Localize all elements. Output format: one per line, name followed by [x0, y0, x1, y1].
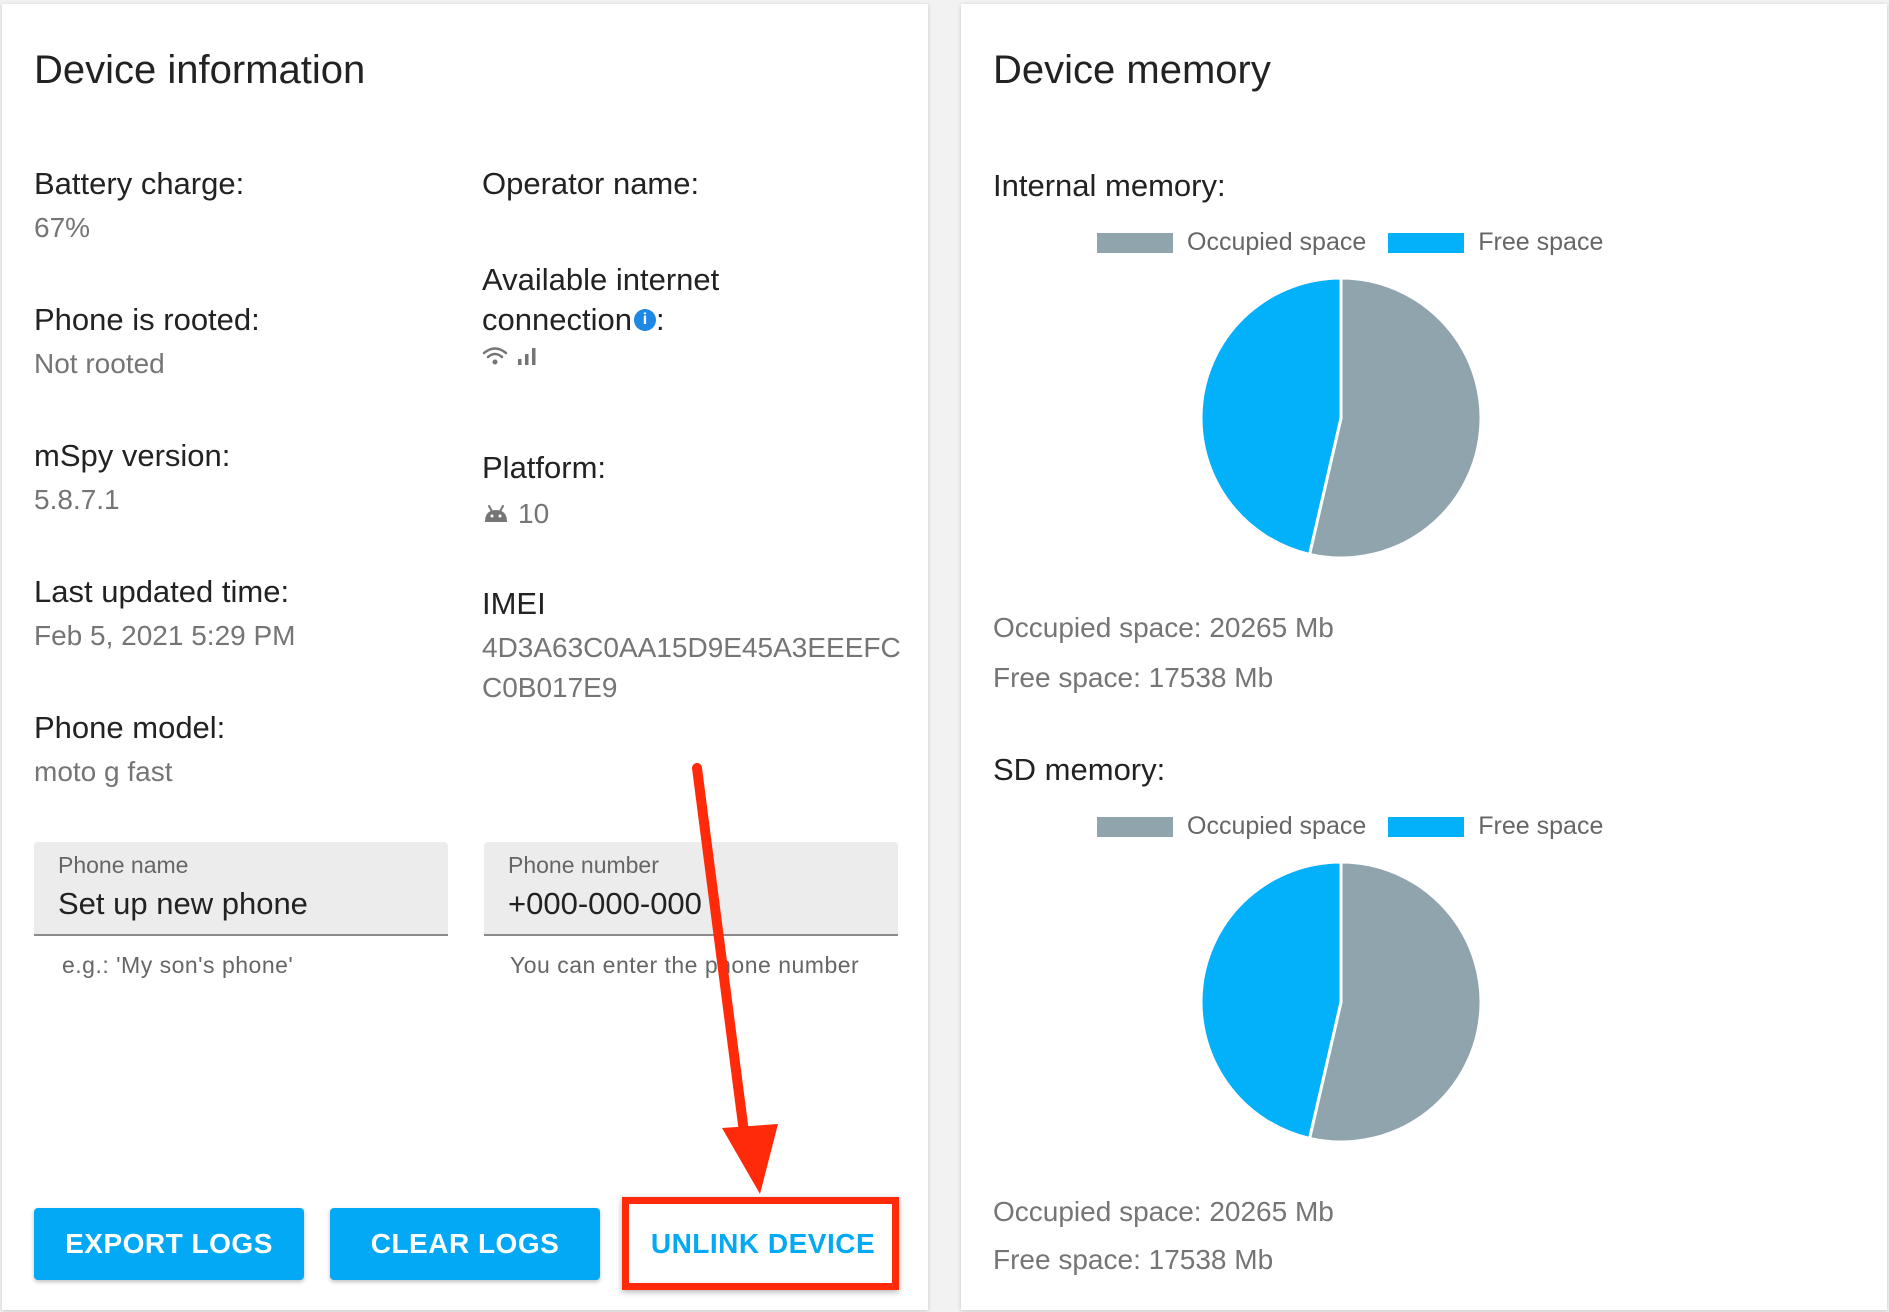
- legend-occupied-label: Occupied space: [1187, 228, 1367, 256]
- internal-free-text: Free space: 17538 Mb: [993, 662, 1274, 693]
- legend-free-label: Free space: [1478, 812, 1604, 840]
- legend-occupied-swatch: [1097, 232, 1173, 253]
- pie-slice-free-space: [1199, 276, 1343, 557]
- legend-free: Free space: [1388, 812, 1603, 841]
- internal-memory-pie-chart: [1199, 276, 1483, 560]
- legend-occupied: Occupied space: [1097, 812, 1366, 841]
- legend-free-swatch: [1388, 816, 1465, 837]
- sd-free-text: Free space: 17538 Mb: [993, 1244, 1274, 1275]
- legend-free-swatch: [1388, 232, 1465, 253]
- sd-occupied-text: Occupied space: 20265 Mb: [993, 1196, 1334, 1227]
- sd-memory-pie-chart: [1199, 860, 1483, 1144]
- sd-memory-legend: Occupied space Free space: [1097, 812, 1625, 841]
- sd-memory-label: SD memory:: [993, 752, 1166, 787]
- legend-occupied: Occupied space: [1097, 228, 1366, 257]
- internal-memory-label: Internal memory:: [993, 168, 1226, 203]
- legend-occupied-label: Occupied space: [1187, 812, 1367, 840]
- legend-free: Free space: [1388, 228, 1603, 257]
- pie-slice-free-space: [1199, 860, 1343, 1141]
- internal-memory-legend: Occupied space Free space: [1097, 228, 1625, 257]
- device-memory-card: Device memory Internal memory: Occupied …: [961, 4, 1887, 1310]
- legend-free-label: Free space: [1478, 228, 1604, 256]
- internal-occupied-text: Occupied space: 20265 Mb: [993, 612, 1334, 643]
- legend-occupied-swatch: [1097, 816, 1173, 837]
- device-memory-title: Device memory: [993, 48, 1271, 92]
